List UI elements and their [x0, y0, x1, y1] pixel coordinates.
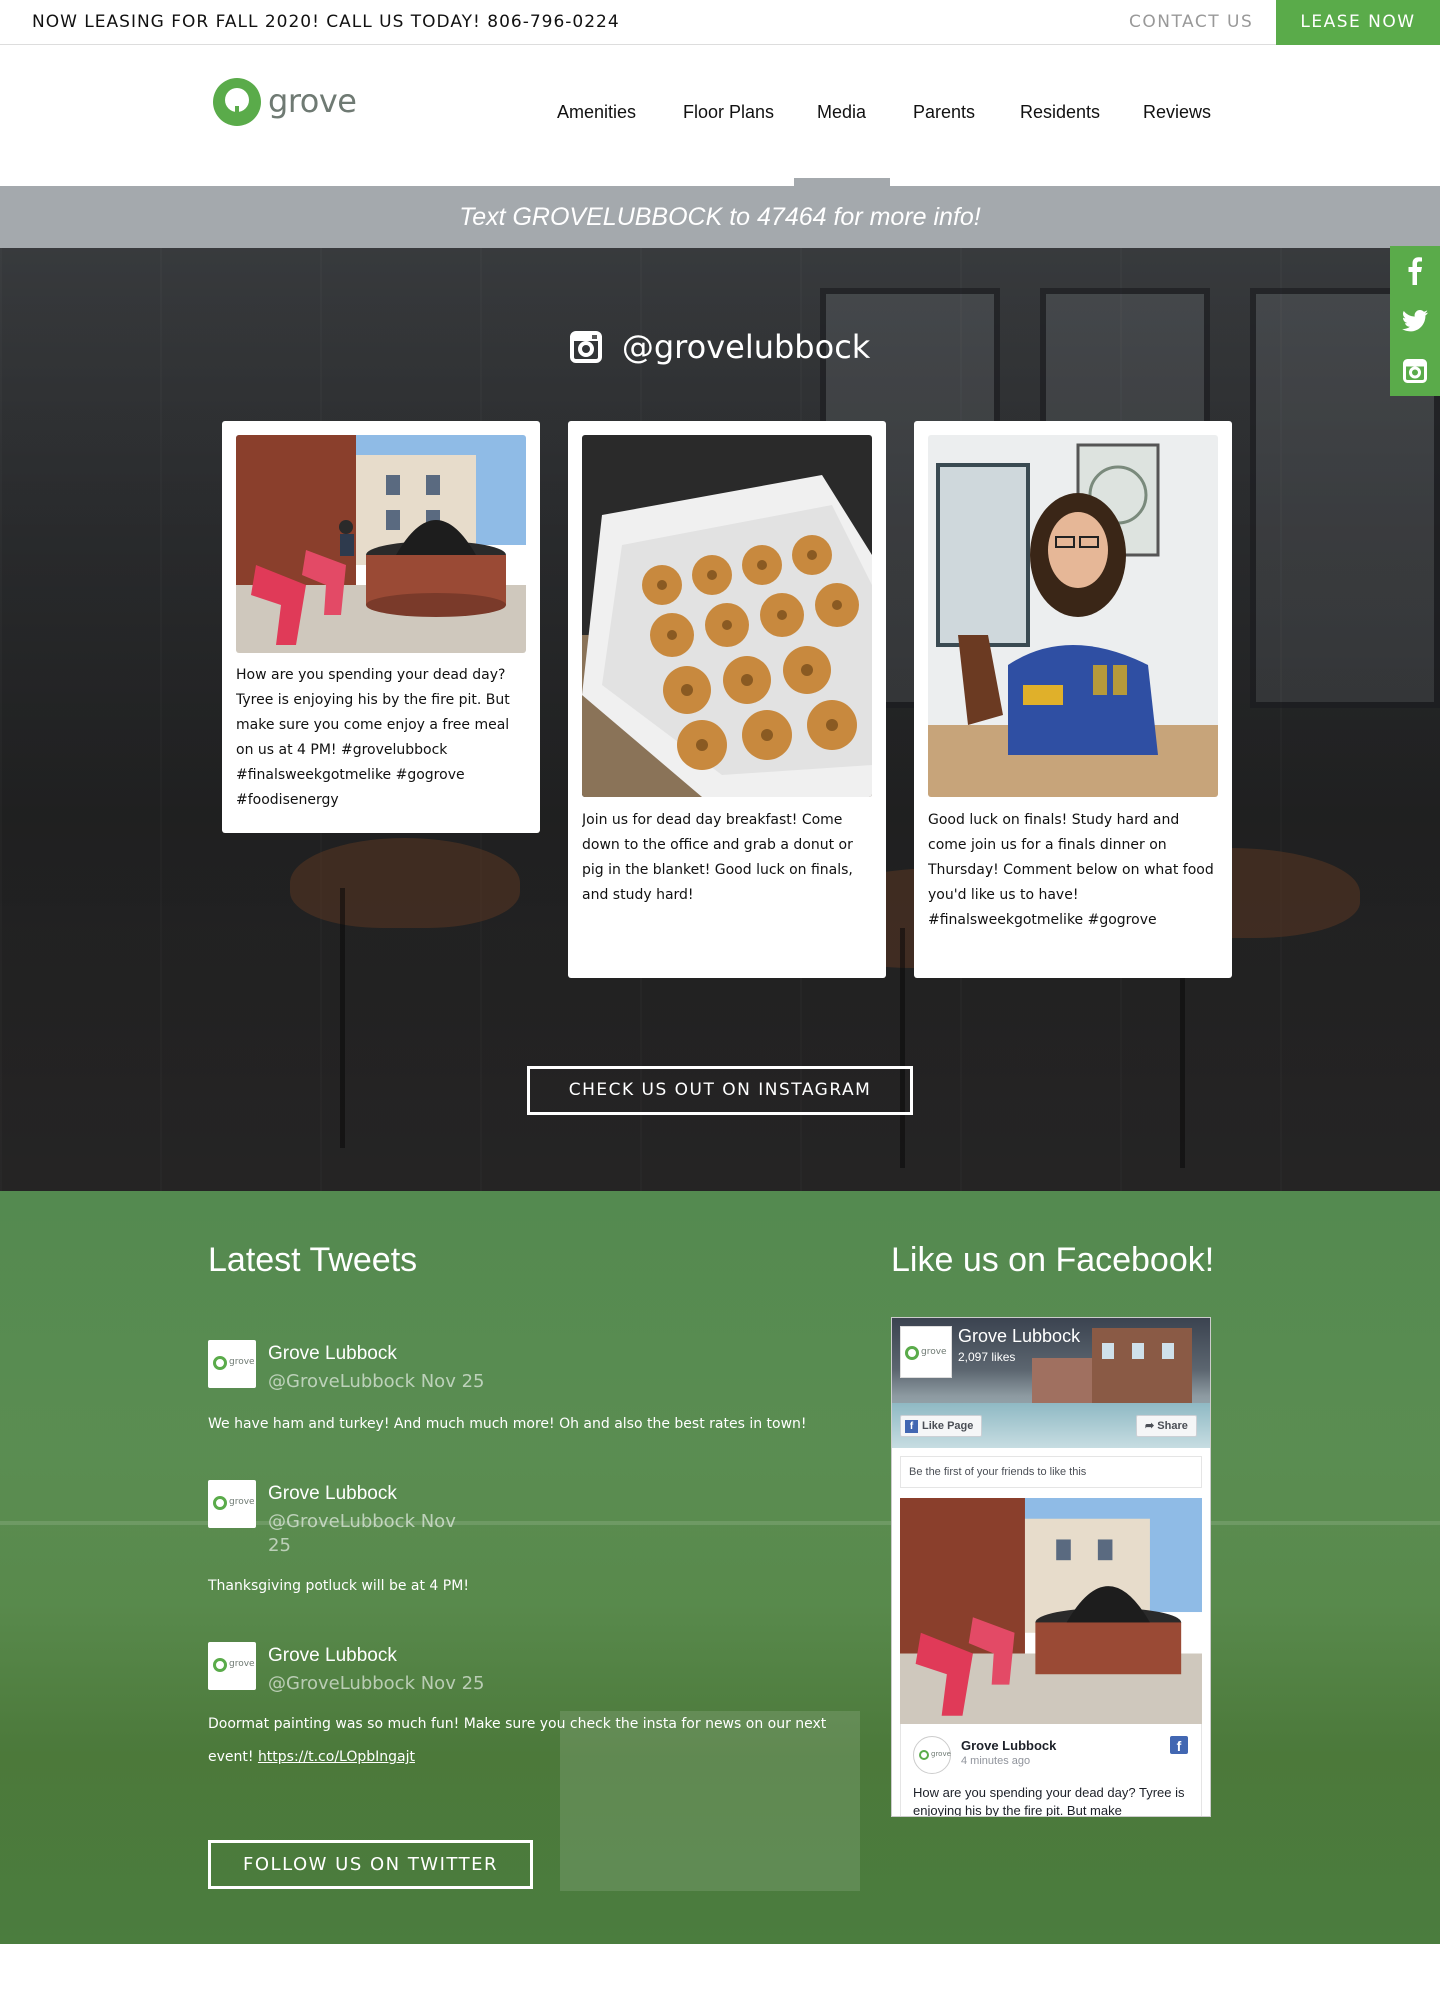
nav-reviews[interactable]: Reviews	[1143, 102, 1211, 123]
tweet-item: grove Grove Lubbock @GroveLubbock Nov 25…	[208, 1480, 828, 1600]
tweet-text: Doormat painting was so much fun! Make s…	[208, 1716, 827, 1765]
tweet-avatar[interactable]: grove	[208, 1480, 256, 1528]
instagram-post-caption: How are you spending your dead day? Tyre…	[236, 667, 510, 808]
share-arrow-icon: ➦	[1145, 1420, 1158, 1432]
facebook-page-logo[interactable]: grove	[900, 1326, 952, 1378]
tweet-text: We have ham and turkey! And much much mo…	[208, 1416, 807, 1432]
instagram-handle[interactable]: @grovelubbock	[0, 326, 1440, 366]
instagram-handle-text: @grovelubbock	[621, 328, 871, 366]
facebook-post: grove Grove Lubbock 4 minutes ago f How …	[900, 1724, 1202, 1816]
bg-stool-leg	[900, 928, 905, 1168]
facebook-post-time[interactable]: 4 minutes ago	[961, 1755, 1030, 1767]
follow-twitter-button[interactable]: FOLLOW US ON TWITTER	[208, 1840, 533, 1889]
facebook-icon[interactable]: f	[1170, 1736, 1188, 1754]
instagram-post-card[interactable]: Good luck on finals! Study hard and come…	[914, 421, 1232, 978]
twitter-icon[interactable]	[1390, 296, 1440, 346]
facebook-friends-text: Be the first of your friends to like thi…	[900, 1456, 1202, 1488]
facebook-icon: f	[905, 1419, 918, 1433]
nav-media[interactable]: Media	[817, 102, 866, 123]
nav-residents[interactable]: Residents	[1020, 102, 1100, 123]
facebook-like-button[interactable]: f Like Page	[900, 1415, 983, 1437]
instagram-post-photo	[928, 435, 1218, 797]
facebook-post-photo[interactable]	[900, 1498, 1202, 1724]
instagram-post-caption: Join us for dead day breakfast! Come dow…	[582, 812, 853, 903]
site-header: grove Amenities Floor Plans Media Parent…	[0, 46, 1440, 185]
social-feeds-section: Latest Tweets Like us on Facebook! grove…	[0, 1191, 1440, 1944]
facebook-icon[interactable]	[1390, 246, 1440, 296]
top-announcement-bar: NOW LEASING FOR FALL 2020! CALL US TODAY…	[0, 0, 1440, 45]
tweet-handle-date[interactable]: @GroveLubbock Nov 25	[268, 1510, 463, 1558]
facebook-post-author[interactable]: Grove Lubbock	[961, 1738, 1056, 1753]
tweet-author-name[interactable]: Grove Lubbock	[268, 1645, 397, 1667]
tweet-author-name[interactable]: Grove Lubbock	[268, 1483, 397, 1505]
instagram-post-photo	[582, 435, 872, 797]
nav-amenities[interactable]: Amenities	[557, 102, 636, 123]
tweet-avatar[interactable]: grove	[208, 1642, 256, 1690]
lease-now-button[interactable]: LEASE NOW	[1276, 0, 1440, 45]
tweet-handle-date[interactable]: @GroveLubbock Nov 25	[268, 1672, 508, 1696]
contact-us-link[interactable]: CONTACT US	[1129, 12, 1253, 32]
instagram-icon[interactable]	[1390, 346, 1440, 396]
tweet-text: Thanksgiving potluck will be at 4 PM!	[208, 1578, 469, 1594]
tweet-item: grove Grove Lubbock @GroveLubbock Nov 25…	[208, 1642, 828, 1782]
latest-tweets-heading: Latest Tweets	[208, 1241, 418, 1279]
bg-stool	[290, 838, 520, 928]
instagram-cta-button[interactable]: CHECK US OUT ON INSTAGRAM	[527, 1066, 913, 1115]
bg-stool-leg	[340, 888, 345, 1148]
facebook-post-text: How are you spending your dead day? Tyre…	[913, 1785, 1185, 1816]
facebook-page-widget: grove Grove Lubbock 2,097 likes f Like Pa…	[891, 1317, 1211, 1817]
active-nav-indicator	[794, 178, 890, 186]
instagram-post-card[interactable]: How are you spending your dead day? Tyre…	[222, 421, 540, 833]
tweet-avatar[interactable]: grove	[208, 1340, 256, 1388]
social-sidebar	[1390, 246, 1440, 396]
instagram-post-photo	[236, 435, 526, 653]
grove-logo-mark	[213, 78, 261, 126]
tweet-handle-date[interactable]: @GroveLubbock Nov 25	[268, 1370, 508, 1394]
nav-parents[interactable]: Parents	[913, 102, 975, 123]
tweet-link[interactable]: https://t.co/LOpbIngajt	[258, 1749, 415, 1765]
tweet-author-name[interactable]: Grove Lubbock	[268, 1343, 397, 1365]
instagram-section: @grovelubbock How are you spending your …	[0, 248, 1440, 1191]
instagram-post-caption: Good luck on finals! Study hard and come…	[928, 812, 1214, 938]
grove-logo-text: grove	[268, 82, 357, 120]
text-info-banner: Text GROVELUBBOCK to 47464 for more info…	[0, 186, 1440, 248]
facebook-share-button[interactable]: ➦ Share	[1136, 1415, 1197, 1437]
facebook-page-name[interactable]: Grove Lubbock	[958, 1326, 1080, 1347]
instagram-post-card[interactable]: Join us for dead day breakfast! Come dow…	[568, 421, 886, 978]
facebook-heading: Like us on Facebook!	[891, 1241, 1215, 1279]
leasing-announcement: NOW LEASING FOR FALL 2020! CALL US TODAY…	[32, 12, 620, 32]
facebook-page-likes: 2,097 likes	[958, 1350, 1016, 1364]
tweet-item: grove Grove Lubbock @GroveLubbock Nov 25…	[208, 1340, 828, 1440]
instagram-icon	[569, 331, 602, 363]
facebook-post-avatar[interactable]: grove	[913, 1736, 951, 1774]
grove-logo[interactable]: grove	[213, 78, 357, 128]
nav-floor-plans[interactable]: Floor Plans	[683, 102, 774, 123]
